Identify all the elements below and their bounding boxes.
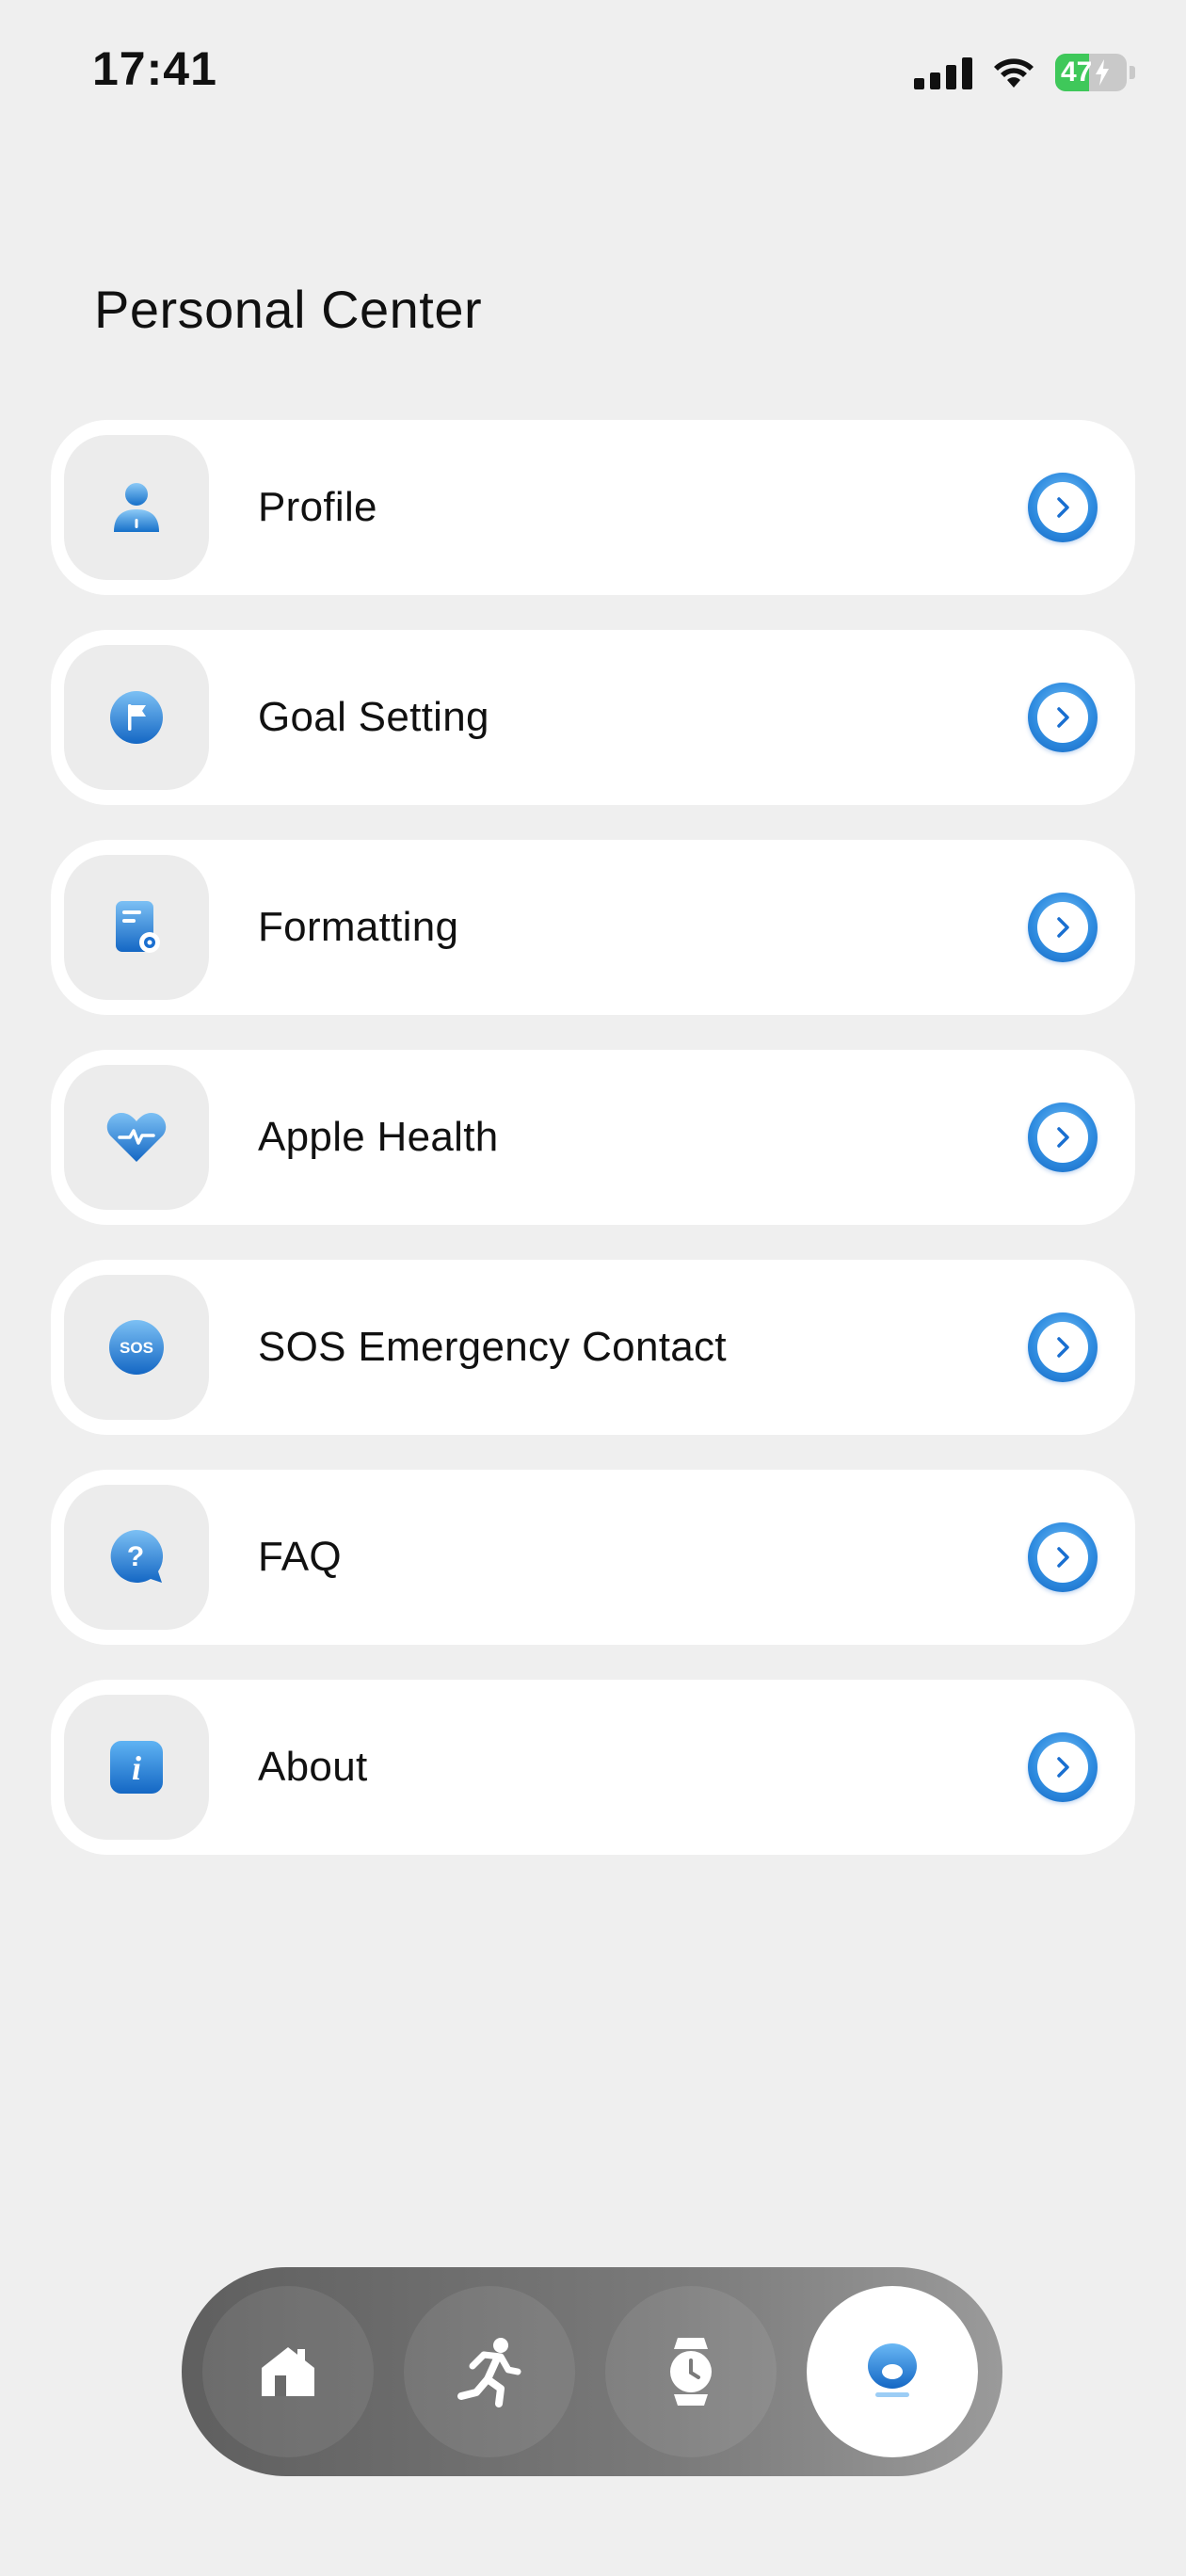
battery-indicator: 47 bbox=[1055, 54, 1127, 91]
tab-personal[interactable] bbox=[807, 2286, 978, 2457]
menu-item-apple-health[interactable]: Apple Health bbox=[51, 1050, 1135, 1225]
menu-list: Profile Goal Setting Formatting Apple He… bbox=[51, 420, 1135, 1890]
icon-container bbox=[64, 855, 209, 1000]
watch-icon bbox=[670, 2338, 712, 2406]
running-icon bbox=[457, 2338, 521, 2407]
bottom-tab-bar bbox=[182, 2267, 1002, 2476]
chevron-right-icon[interactable] bbox=[1028, 683, 1098, 752]
menu-item-label: Apple Health bbox=[258, 1114, 499, 1160]
menu-item-label: Goal Setting bbox=[258, 694, 489, 740]
chevron-right-icon[interactable] bbox=[1028, 1103, 1098, 1172]
info-icon: i bbox=[110, 1741, 163, 1794]
battery-percent: 47 bbox=[1061, 56, 1093, 88]
document-settings-icon bbox=[116, 901, 160, 953]
status-indicators: 47 bbox=[914, 47, 1135, 98]
icon-container: ? bbox=[64, 1485, 209, 1630]
icon-container: SOS bbox=[64, 1275, 209, 1420]
menu-item-profile[interactable]: Profile bbox=[51, 420, 1135, 595]
user-icon bbox=[114, 483, 159, 532]
menu-item-formatting[interactable]: Formatting bbox=[51, 840, 1135, 1015]
menu-item-label: SOS Emergency Contact bbox=[258, 1324, 727, 1370]
cellular-signal-icon bbox=[914, 56, 972, 89]
menu-item-label: Formatting bbox=[258, 904, 459, 950]
question-bubble-icon: ? bbox=[110, 1529, 164, 1583]
wifi-icon bbox=[994, 58, 1034, 88]
heart-pulse-icon bbox=[106, 1113, 167, 1162]
menu-item-about[interactable]: i About bbox=[51, 1680, 1135, 1855]
icon-container: i bbox=[64, 1695, 209, 1840]
icon-container bbox=[64, 1065, 209, 1210]
menu-item-faq[interactable]: ? FAQ bbox=[51, 1470, 1135, 1645]
charging-bolt-icon bbox=[1096, 59, 1110, 86]
icon-container bbox=[64, 435, 209, 580]
sos-icon: SOS bbox=[109, 1320, 164, 1375]
tab-device[interactable] bbox=[605, 2286, 777, 2457]
page-title: Personal Center bbox=[94, 280, 483, 339]
flag-icon bbox=[110, 691, 163, 744]
info-icon-text: i bbox=[132, 1749, 141, 1787]
icon-container bbox=[64, 645, 209, 790]
chevron-right-icon[interactable] bbox=[1028, 1312, 1098, 1382]
home-icon bbox=[262, 2347, 314, 2396]
sos-icon-text: SOS bbox=[120, 1339, 153, 1357]
menu-item-label: Profile bbox=[258, 484, 377, 530]
chevron-right-icon[interactable] bbox=[1028, 1522, 1098, 1592]
chevron-right-icon[interactable] bbox=[1028, 893, 1098, 962]
menu-item-label: FAQ bbox=[258, 1534, 342, 1580]
status-time: 17:41 bbox=[92, 42, 217, 95]
faq-icon-text: ? bbox=[127, 1541, 144, 1572]
person-icon bbox=[868, 2343, 917, 2397]
menu-item-sos-emergency-contact[interactable]: SOS SOS Emergency Contact bbox=[51, 1260, 1135, 1435]
menu-item-goal-setting[interactable]: Goal Setting bbox=[51, 630, 1135, 805]
menu-item-label: About bbox=[258, 1744, 368, 1790]
chevron-right-icon[interactable] bbox=[1028, 473, 1098, 542]
tab-home[interactable] bbox=[202, 2286, 374, 2457]
chevron-right-icon[interactable] bbox=[1028, 1732, 1098, 1802]
tab-workout[interactable] bbox=[404, 2286, 575, 2457]
